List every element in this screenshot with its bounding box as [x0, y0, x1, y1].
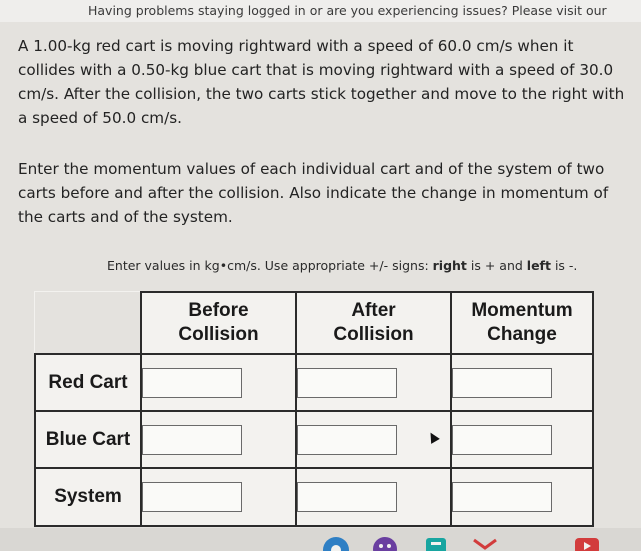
instruction-left-word: left — [526, 258, 551, 273]
table-row-blue-cart: Blue Cart — [34, 410, 594, 469]
row-label-system: System — [34, 467, 142, 527]
col-header-after: After Collision — [295, 291, 452, 355]
play-store-icon[interactable] — [424, 536, 448, 551]
blue-cart-change-input[interactable] — [452, 424, 552, 455]
row-label-red-cart: Red Cart — [34, 353, 142, 412]
instruction-suffix: is -. — [550, 258, 578, 273]
table-corner — [35, 292, 142, 355]
instruction-right-word: right — [432, 258, 467, 273]
row-label-blue-cart: Blue Cart — [34, 410, 142, 469]
table-row-red-cart: Red Cart — [34, 353, 594, 412]
instruction-middle: is + and — [466, 258, 527, 273]
col-header-change: Momentum Change — [450, 291, 594, 355]
red-cart-change-input[interactable] — [452, 367, 552, 398]
problem-paragraph-1: A 1.00-kg red cart is moving rightward w… — [18, 37, 625, 127]
banner-text: Having problems staying logged in or are… — [88, 3, 607, 18]
system-before-input[interactable] — [142, 482, 242, 512]
system-after-input[interactable] — [297, 482, 397, 512]
problem-statement: A 1.00-kg red cart is moving rightward w… — [18, 34, 628, 229]
taskbar — [0, 528, 641, 551]
units-instruction: Enter values in kg•cm/s. Use appropriate… — [107, 258, 627, 273]
gmail-icon[interactable] — [472, 536, 498, 551]
chrome-icon[interactable] — [322, 536, 350, 551]
system-change-input[interactable] — [452, 482, 552, 512]
col-header-before: Before Collision — [140, 291, 297, 355]
youtube-icon[interactable] — [574, 536, 600, 551]
instruction-prefix: Enter values in kg•cm/s. Use appropriate… — [107, 258, 433, 273]
table-row-system: System — [34, 467, 594, 527]
files-icon[interactable] — [372, 536, 398, 551]
blue-cart-after-input[interactable] — [297, 424, 397, 455]
red-cart-before-input[interactable] — [142, 367, 242, 398]
problem-paragraph-2: Enter the momentum values of each indivi… — [18, 160, 609, 226]
blue-cart-before-input[interactable] — [142, 424, 242, 455]
site-banner[interactable]: Having problems staying logged in or are… — [0, 0, 641, 22]
red-cart-after-input[interactable] — [297, 367, 397, 398]
momentum-table: Before Collision After Collision Momentu… — [34, 291, 594, 527]
